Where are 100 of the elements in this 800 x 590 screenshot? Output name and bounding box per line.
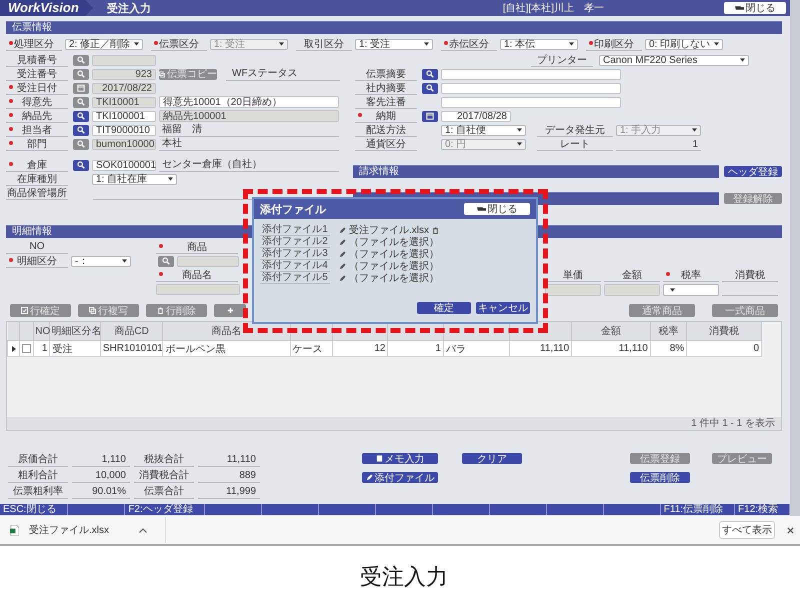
field-label: 消費税 <box>735 268 765 282</box>
field-label: 単価 <box>563 268 583 282</box>
field-label: 受注日付 <box>17 82 57 94</box>
field-label: 赤伝区分 <box>449 38 489 50</box>
table-cell: 11,110 <box>509 340 572 356</box>
dropdown[interactable]: 2: 修正／削除 <box>65 38 143 50</box>
table-cell: 12 <box>332 340 388 356</box>
dropdown[interactable]: 1: 本伝 <box>500 38 578 50</box>
table-cell: 受注 <box>50 340 100 356</box>
total-value: 90.01% <box>72 485 130 499</box>
total-label: 伝票合計 <box>134 485 194 499</box>
field-label: 見積番号 <box>17 54 57 66</box>
input-field[interactable]: TKI100001 <box>92 110 156 122</box>
confirm-button[interactable]: 確定 <box>417 302 471 314</box>
field-label: 担当者 <box>22 124 52 136</box>
field-label: 商品保管場所 <box>7 186 67 200</box>
field-label: 印刷区分 <box>594 38 634 50</box>
section-title: 請求情報 <box>359 166 399 177</box>
file-link[interactable]: （ファイルを選択） <box>349 271 439 285</box>
table-cell: ケース <box>290 340 332 356</box>
field-label: 伝票区分 <box>159 38 199 50</box>
input-field[interactable]: 納品先100001 <box>159 110 339 122</box>
show-all-button[interactable]: すべて表示 <box>719 521 775 539</box>
field-label: 取引区分 <box>304 38 344 50</box>
record-count: 1 件中 1 - 1 を表示 <box>691 418 775 429</box>
field-label: 処理区分 <box>14 38 54 50</box>
dropdown[interactable]: 0: 印刷しない <box>645 38 723 50</box>
dropdown[interactable]: 1: 自社便 <box>441 124 526 136</box>
column-header: 消費税 <box>686 322 762 340</box>
close-button[interactable]: 閉じる <box>724 2 786 14</box>
input-field[interactable]: 2017/08/22 <box>92 82 156 94</box>
file-link[interactable]: （ファイルを選択） <box>349 235 439 249</box>
field-label: 明細区分 <box>17 254 57 268</box>
table-cell: 8% <box>650 340 687 356</box>
file-link[interactable]: （ファイルを選択） <box>349 259 439 273</box>
rate-value: 1 <box>616 138 701 150</box>
field-label: 添付ファイル5 <box>260 272 330 284</box>
input-field[interactable]: 923 <box>92 68 156 80</box>
field-label: 納期 <box>376 110 396 122</box>
field-label: 倉庫 <box>27 158 47 172</box>
file-link[interactable]: （ファイルを選択） <box>349 247 439 261</box>
field-label: 添付ファイル2 <box>260 236 330 248</box>
screen-title: 受注入力 <box>106 2 151 16</box>
column-header: NO <box>34 322 50 340</box>
download-file-name[interactable]: 受注ファイル.xlsx <box>29 523 109 537</box>
slip-action-button[interactable]: 伝票削除 <box>630 472 690 483</box>
app-logo: WorkVision <box>0 0 93 16</box>
field-label: レート <box>560 138 590 150</box>
field-label: NO <box>30 241 44 252</box>
total-label: 原価合計 <box>8 453 68 467</box>
total-value: 11,110 <box>198 453 260 467</box>
field-label: 金額 <box>622 268 642 282</box>
name-text: 本社 <box>159 138 339 150</box>
name-text: センター倉庫（自社） <box>159 158 339 172</box>
total-label: 伝票粗利率 <box>8 485 68 499</box>
column-header: 商品CD <box>100 322 163 340</box>
column-header: 金額 <box>572 322 650 340</box>
memo-button[interactable]: メモ入力 <box>362 453 438 464</box>
field-label: 配送方法 <box>366 124 406 136</box>
dropdown[interactable]: -： <box>71 256 131 266</box>
input-field[interactable]: 2017/08/28 <box>441 110 511 122</box>
total-value: 11,999 <box>198 485 260 499</box>
column-header: 明細区分名 <box>50 322 100 340</box>
section-title: 明細情報 <box>12 226 52 237</box>
field-label: 納品先 <box>22 110 52 122</box>
close-button[interactable]: 閉じる <box>464 203 530 215</box>
table-cell: 11,110 <box>572 340 650 356</box>
dropdown[interactable]: 1: 自社在庫 <box>92 174 177 184</box>
input-field[interactable]: bumon10000 <box>92 138 156 150</box>
total-value: 10,000 <box>72 469 130 483</box>
field-label: 通貨区分 <box>366 138 406 150</box>
input-field[interactable]: TKI10001 <box>92 96 156 108</box>
field-label: 客先注番 <box>366 96 406 108</box>
total-label: 税抜合計 <box>134 453 194 467</box>
dropdown[interactable]: Canon MF220 Series <box>599 54 749 66</box>
cancel-button[interactable]: キャンセル <box>476 302 530 314</box>
section-title: 伝票情報 <box>12 22 52 33</box>
table-cell: 1 <box>388 340 444 356</box>
field-label: データ発生元 <box>545 124 605 136</box>
table-cell: バラ <box>443 340 510 356</box>
input-field[interactable]: SOK0100001 <box>92 160 156 170</box>
field-label: 税率 <box>681 268 701 282</box>
field-label: プリンター <box>537 54 587 66</box>
attach-button[interactable]: 添付ファイル <box>362 472 438 483</box>
figure-caption: 受注入力 <box>359 563 449 590</box>
input-field[interactable]: 得意先10001（20日締め） <box>159 96 339 108</box>
dropdown[interactable]: 1: 受注 <box>355 38 433 50</box>
register-button[interactable]: ヘッダ登録 <box>724 166 782 177</box>
user-name: [自社][本社]川上 孝一 <box>502 2 604 15</box>
column-header: 税率 <box>650 322 687 340</box>
field-label: 受注番号 <box>17 68 57 80</box>
file-link[interactable]: 受注ファイル.xlsx <box>349 223 429 237</box>
total-label: 粗利合計 <box>8 469 68 483</box>
input-field[interactable]: TIT9000010 <box>92 124 156 136</box>
field-label: 在庫種別 <box>17 172 57 186</box>
field-label: 社内摘要 <box>366 82 406 94</box>
total-value: 889 <box>198 469 260 483</box>
field-label: 添付ファイル4 <box>260 260 330 272</box>
dialog-title: 添付ファイル <box>260 202 326 216</box>
clear-button[interactable]: クリア <box>462 453 522 464</box>
